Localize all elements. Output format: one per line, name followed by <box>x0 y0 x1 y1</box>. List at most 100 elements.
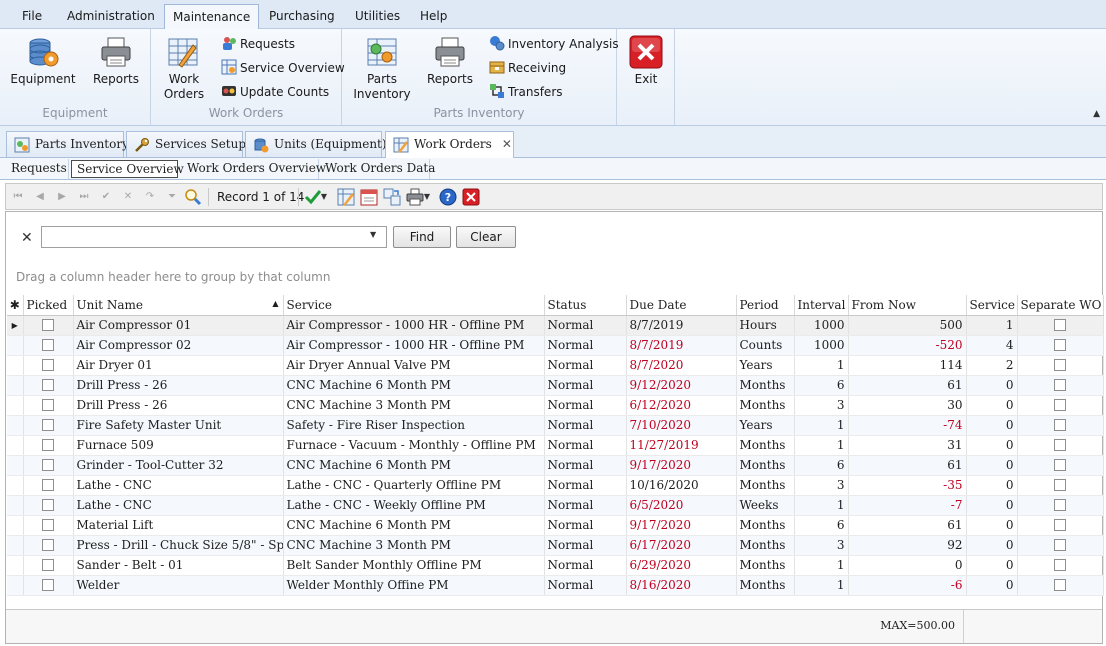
unit-name-cell[interactable]: Sander - Belt - 01 <box>73 555 284 576</box>
service-cell[interactable]: CNC Machine 3 Month PM <box>283 395 545 416</box>
first-record-icon[interactable]: ⏮ <box>8 187 28 207</box>
service-cell[interactable]: Furnace - Vacuum - Monthly - Offline PM <box>283 435 545 456</box>
table-row[interactable]: Air Compressor 02 Air Compressor - 1000 H… <box>7 335 1104 356</box>
service-p-cell[interactable]: 0 <box>966 415 1018 436</box>
picked-checkbox[interactable] <box>42 579 54 591</box>
group-by-panel[interactable]: Drag a column header here to group by th… <box>6 264 1102 294</box>
column-header-from-now[interactable]: From Now <box>848 295 967 316</box>
status-cell[interactable]: Normal <box>544 375 627 396</box>
separate-wo-cell[interactable] <box>1017 555 1104 576</box>
row-indicator[interactable] <box>7 375 24 396</box>
table-row[interactable]: Lathe - CNC Lathe - CNC - Weekly Offline … <box>7 495 1104 516</box>
find-dropdown-icon[interactable]: ▼ <box>370 230 376 239</box>
due-date-cell[interactable]: 6/29/2020 <box>626 555 737 576</box>
row-indicator[interactable] <box>7 475 24 496</box>
due-date-cell[interactable]: 6/12/2020 <box>626 395 737 416</box>
row-indicator[interactable] <box>7 575 24 596</box>
ribbon-collapse-icon[interactable]: ▲ <box>1093 109 1100 119</box>
period-cell[interactable]: Months <box>736 375 795 396</box>
service-p-cell[interactable]: 0 <box>966 555 1018 576</box>
separate-wo-checkbox[interactable] <box>1054 459 1066 471</box>
row-indicator[interactable] <box>7 555 24 576</box>
table-row[interactable]: Sander - Belt - 01 Belt Sander Monthly Of… <box>7 555 1104 576</box>
row-indicator[interactable] <box>7 415 24 436</box>
column-header-unit-name[interactable]: Unit Name ▲ <box>73 295 284 316</box>
picked-checkbox[interactable] <box>42 519 54 531</box>
from-now-cell[interactable]: 500 <box>848 315 967 336</box>
period-cell[interactable]: Years <box>736 355 795 376</box>
cancel-edit-icon[interactable]: ✕ <box>118 187 138 207</box>
separate-wo-checkbox[interactable] <box>1054 339 1066 351</box>
menu-administration[interactable]: Administration <box>59 4 163 29</box>
due-date-cell[interactable]: 9/17/2020 <box>626 515 737 536</box>
tab-work-orders[interactable]: Work Orders ✕ <box>385 131 514 159</box>
subtab-service-overview[interactable]: Service Overview <box>71 160 184 178</box>
status-cell[interactable]: Normal <box>544 555 627 576</box>
subtab-requests[interactable]: Requests <box>6 159 69 179</box>
unit-name-cell[interactable]: Grinder - Tool-Cutter 32 <box>73 455 284 476</box>
separate-wo-checkbox[interactable] <box>1054 319 1066 331</box>
close-find-panel-icon[interactable]: ✕ <box>21 230 33 246</box>
transfer-grid-icon[interactable] <box>383 188 401 206</box>
from-now-cell[interactable]: -520 <box>848 335 967 356</box>
picked-checkbox[interactable] <box>42 539 54 551</box>
unit-name-cell[interactable]: Material Lift <box>73 515 284 536</box>
separate-wo-checkbox[interactable] <box>1054 419 1066 431</box>
period-cell[interactable]: Months <box>736 515 795 536</box>
last-record-icon[interactable]: ⏭ <box>74 187 94 207</box>
menu-utilities[interactable]: Utilities <box>347 4 408 29</box>
parts-inventory-button[interactable]: Parts Inventory <box>352 35 412 102</box>
service-p-cell[interactable]: 1 <box>966 315 1018 336</box>
row-indicator[interactable] <box>7 455 24 476</box>
row-indicator[interactable] <box>7 395 24 416</box>
service-p-cell[interactable]: 4 <box>966 335 1018 356</box>
from-now-cell[interactable]: 30 <box>848 395 967 416</box>
service-p-cell[interactable]: 0 <box>966 515 1018 536</box>
separate-wo-checkbox[interactable] <box>1054 399 1066 411</box>
table-row[interactable]: Furnace 509 Furnace - Vacuum - Monthly - … <box>7 435 1104 456</box>
picked-checkbox[interactable] <box>42 559 54 571</box>
interval-cell[interactable]: 6 <box>794 375 849 396</box>
separate-wo-checkbox[interactable] <box>1054 579 1066 591</box>
menu-maintenance[interactable]: Maintenance <box>164 4 260 30</box>
receiving-button[interactable]: Receiving <box>489 58 566 78</box>
status-cell[interactable]: Normal <box>544 495 627 516</box>
separate-wo-checkbox[interactable] <box>1054 479 1066 491</box>
picked-cell[interactable] <box>23 375 74 396</box>
service-p-cell[interactable]: 0 <box>966 495 1018 516</box>
period-cell[interactable]: Months <box>736 455 795 476</box>
service-p-cell[interactable]: 2 <box>966 355 1018 376</box>
due-date-cell[interactable]: 9/12/2020 <box>626 375 737 396</box>
subtab-work-orders-data[interactable]: Work Orders Data <box>320 159 435 179</box>
period-cell[interactable]: Months <box>736 575 795 596</box>
service-cell[interactable]: Air Compressor - 1000 HR - Offline PM <box>283 335 545 356</box>
interval-cell[interactable]: 1 <box>794 555 849 576</box>
separate-wo-cell[interactable] <box>1017 395 1104 416</box>
table-row[interactable]: Grinder - Tool-Cutter 32 CNC Machine 6 Mo… <box>7 455 1104 476</box>
picked-checkbox[interactable] <box>42 459 54 471</box>
from-now-cell[interactable]: 61 <box>848 455 967 476</box>
separate-wo-checkbox[interactable] <box>1054 499 1066 511</box>
row-indicator[interactable] <box>7 515 24 536</box>
due-date-cell[interactable]: 9/17/2020 <box>626 455 737 476</box>
picked-cell[interactable] <box>23 515 74 536</box>
picked-checkbox[interactable] <box>42 419 54 431</box>
unit-name-cell[interactable]: Air Compressor 02 <box>73 335 284 356</box>
subtab-work-orders-overview[interactable]: Work Orders Overview <box>182 159 326 179</box>
picked-checkbox[interactable] <box>42 439 54 451</box>
separate-wo-checkbox[interactable] <box>1054 559 1066 571</box>
separate-wo-cell[interactable] <box>1017 375 1104 396</box>
separate-wo-cell[interactable] <box>1017 515 1104 536</box>
row-indicator[interactable] <box>7 435 24 456</box>
column-header-separate-wo[interactable]: Separate WO <box>1017 295 1104 316</box>
table-row[interactable]: Air Dryer 01 Air Dryer Annual Valve PM Nor… <box>7 355 1104 376</box>
picked-checkbox[interactable] <box>42 339 54 351</box>
find-button[interactable]: Find <box>393 226 451 248</box>
period-cell[interactable]: Months <box>736 435 795 456</box>
work-orders-icon[interactable] <box>337 188 355 206</box>
column-header-service[interactable]: Service <box>283 295 545 316</box>
due-date-cell[interactable]: 11/27/2019 <box>626 435 737 456</box>
separate-wo-cell[interactable] <box>1017 335 1104 356</box>
due-date-cell[interactable]: 8/7/2020 <box>626 355 737 376</box>
service-cell[interactable]: CNC Machine 6 Month PM <box>283 515 545 536</box>
